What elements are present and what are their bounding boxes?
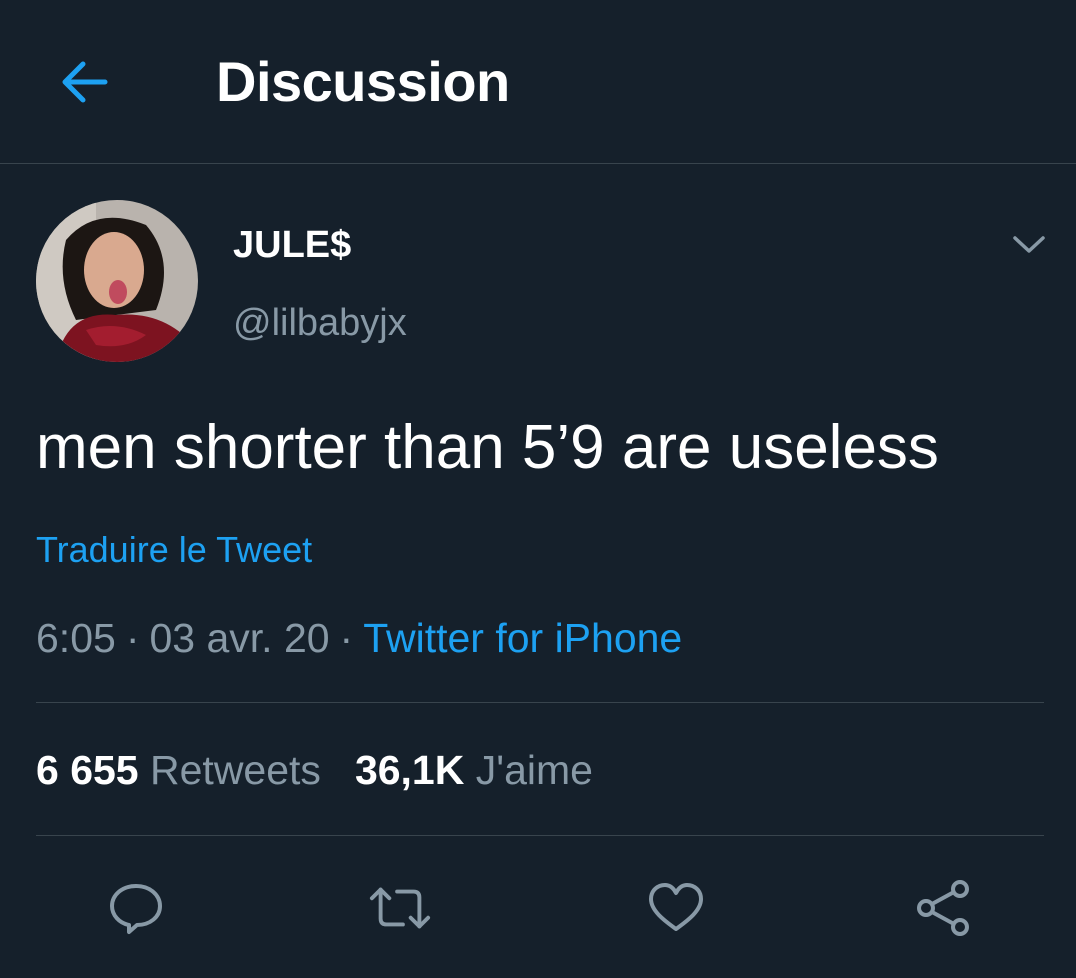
- author-display-name[interactable]: JULE$: [233, 222, 351, 268]
- tweet-time: 6:05: [36, 615, 116, 661]
- divider: [36, 702, 1044, 703]
- share-button[interactable]: [912, 876, 976, 940]
- like-button[interactable]: [644, 876, 708, 940]
- likes-count: 36,1K: [354, 747, 465, 793]
- translate-tweet-link[interactable]: Traduire le Tweet: [36, 528, 312, 572]
- tweet-date: 03 avr. 20: [149, 615, 330, 661]
- chevron-down-icon: [1013, 236, 1045, 253]
- likes-label: J'aime: [475, 747, 593, 793]
- retweet-icon: [369, 887, 431, 929]
- back-button[interactable]: [52, 50, 116, 114]
- retweets-count: 6 655: [36, 747, 139, 793]
- page-title: Discussion: [216, 50, 510, 113]
- tweet-menu-button[interactable]: [1006, 222, 1052, 268]
- tweet-meta: 6:05 · 03 avr. 20 · Twitter for iPhone: [36, 614, 682, 662]
- tweet-stats: 6 655 Retweets 36,1K J'aime: [36, 746, 593, 794]
- heart-icon: [649, 883, 703, 931]
- tweet-text: men shorter than 5’9 are useless: [36, 413, 939, 482]
- retweet-button[interactable]: [368, 876, 432, 940]
- divider: [36, 835, 1044, 836]
- tweet-source-link[interactable]: Twitter for iPhone: [363, 615, 682, 661]
- meta-separator: ·: [125, 615, 140, 661]
- retweets-label: Retweets: [150, 747, 321, 793]
- arrow-left-icon: [62, 61, 108, 103]
- avatar-image: [36, 200, 198, 362]
- top-bar: Discussion: [0, 0, 1076, 164]
- reply-icon: [110, 884, 162, 934]
- author-handle[interactable]: @lilbabyjx: [233, 300, 407, 346]
- meta-separator: ·: [339, 615, 354, 661]
- likes-stat[interactable]: 36,1K J'aime: [355, 747, 593, 793]
- retweets-stat[interactable]: 6 655 Retweets: [36, 747, 321, 793]
- avatar[interactable]: [36, 200, 198, 362]
- share-icon: [917, 880, 969, 936]
- reply-button[interactable]: [104, 876, 168, 940]
